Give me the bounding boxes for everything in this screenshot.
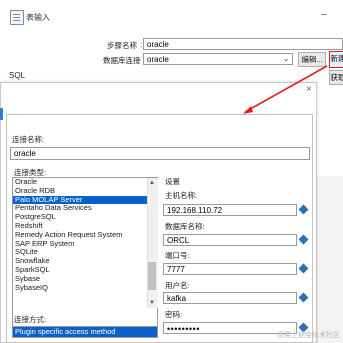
- annotation-arrow: [243, 65, 328, 114]
- watermark: @稀土掘金技术社区: [276, 332, 340, 339]
